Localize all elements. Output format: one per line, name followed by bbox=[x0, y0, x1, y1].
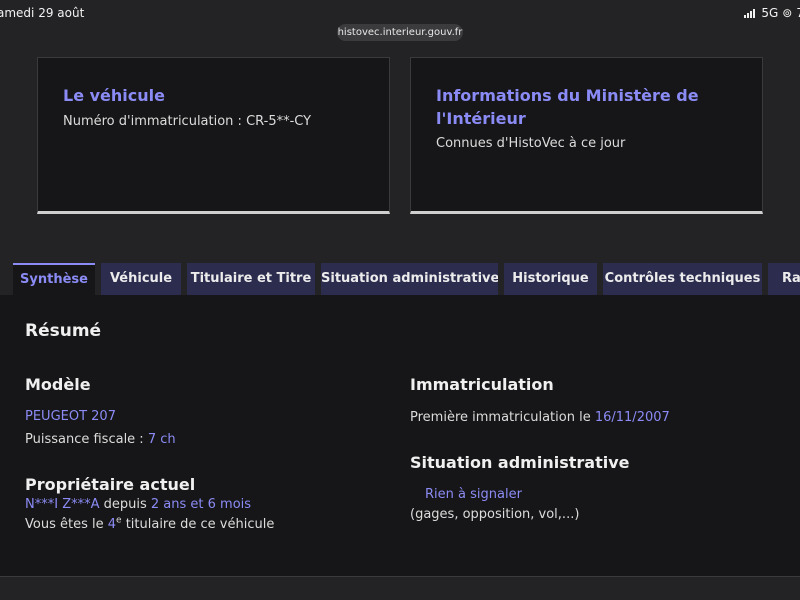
fiscal-power-line: Puissance fiscale : 7 ch bbox=[25, 432, 176, 447]
first-registration-date: 16/11/2007 bbox=[594, 410, 670, 425]
status-indicators: 5G ⊚ 7 bbox=[744, 6, 800, 20]
tab-titulaire-titre[interactable]: Titulaire et Titre bbox=[187, 263, 315, 295]
owner-since-value: 2 ans et 6 mois bbox=[150, 497, 252, 512]
tab-vehicule[interactable]: Véhicule bbox=[101, 263, 181, 295]
url-bar[interactable]: histovec.interieur.gouv.fr bbox=[337, 24, 463, 41]
tab-synthese[interactable]: Synthèse bbox=[13, 263, 95, 295]
ministry-card-text: Connues d'HistoVec à ce jour bbox=[436, 136, 626, 151]
first-registration-label: Première immatriculation le bbox=[410, 410, 595, 425]
owner-rank-number: 4 bbox=[107, 517, 117, 532]
network-label: 5G bbox=[761, 6, 779, 20]
owner-heading: Propriétaire actuel bbox=[25, 475, 196, 494]
tab-historique[interactable]: Historique bbox=[504, 263, 597, 295]
admin-status-heading: Situation administrative bbox=[410, 453, 630, 472]
admin-status-detail: (gages, opposition, vol,...) bbox=[410, 507, 580, 522]
owner-since-label: depuis bbox=[99, 497, 151, 512]
battery-label: 7 bbox=[796, 6, 800, 20]
registration-number-text: Numéro d'immatriculation : CR-5**-CY bbox=[63, 114, 312, 129]
tab-rapport[interactable]: Rap bbox=[768, 263, 800, 295]
vehicle-card-title: Le véhicule bbox=[63, 86, 165, 105]
status-bar: amedi 29 août 5G ⊚ 7 bbox=[0, 0, 800, 26]
vehicle-card: Le véhicule Numéro d'immatriculation : C… bbox=[37, 57, 390, 214]
admin-status-value: Rien à signaler bbox=[425, 487, 522, 502]
fiscal-power-value: 7 ch bbox=[147, 432, 176, 447]
ministry-card: Informations du Ministère de l'Intérieur… bbox=[410, 57, 763, 214]
owner-rank-prefix: Vous êtes le bbox=[25, 517, 108, 532]
ministry-card-title: Informations du Ministère de l'Intérieur bbox=[436, 86, 699, 128]
owner-rank-suffix: titulaire de ce véhicule bbox=[121, 517, 275, 532]
status-date: amedi 29 août bbox=[0, 6, 85, 20]
tab-situation-administrative[interactable]: Situation administrative bbox=[321, 263, 498, 295]
tab-bar: Synthèse Véhicule Titulaire et Titre Sit… bbox=[0, 263, 800, 295]
url-text: histovec.interieur.gouv.fr bbox=[337, 27, 463, 38]
model-heading: Modèle bbox=[25, 375, 91, 394]
fiscal-power-label: Puissance fiscale : bbox=[25, 432, 148, 447]
model-name: PEUGEOT 207 bbox=[25, 409, 116, 424]
location-icon: ⊚ bbox=[782, 6, 793, 20]
signal-icon bbox=[744, 8, 756, 18]
owner-name: N***I Z***A bbox=[25, 497, 100, 512]
first-registration-line: Première immatriculation le 16/11/2007 bbox=[410, 410, 670, 425]
registration-heading: Immatriculation bbox=[410, 375, 554, 394]
tab-controles-techniques[interactable]: Contrôles techniques bbox=[603, 263, 762, 295]
owner-rank-line: Vous êtes le 4e titulaire de ce véhicule bbox=[25, 516, 275, 532]
owner-line: N***I Z***A depuis 2 ans et 6 mois bbox=[25, 497, 251, 512]
summary-heading: Résumé bbox=[25, 321, 102, 341]
